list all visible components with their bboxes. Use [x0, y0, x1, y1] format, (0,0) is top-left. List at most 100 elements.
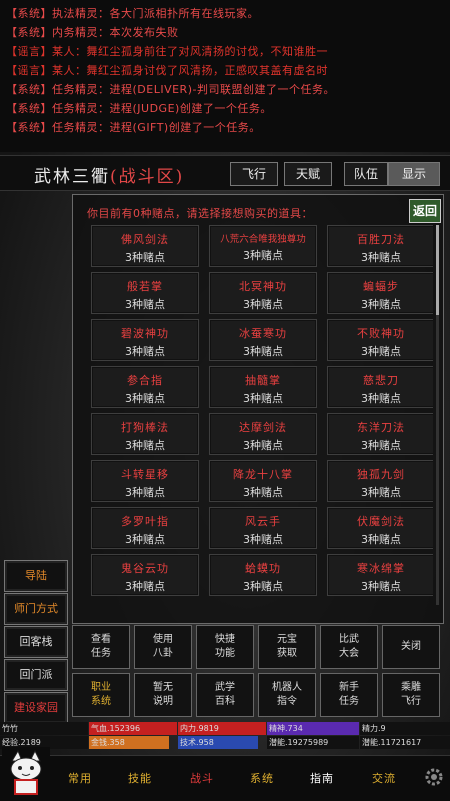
skill-name: 独孤九剑: [357, 468, 405, 481]
talent-button[interactable]: 天赋: [284, 162, 332, 186]
skill-grid: 佛风剑法 3种赌点 八荒六合唯我独尊功 3种赌点 百胜刀法 3种赌点 般若掌 3种赌点 北冥神功…: [91, 225, 433, 615]
skill-name: 不败神功: [357, 327, 405, 340]
skill-item[interactable]: 慈悲刀 3种赌点: [327, 366, 433, 408]
skill-item[interactable]: 鬼谷云功 3种赌点: [91, 554, 199, 596]
skill-item[interactable]: 不败神功 3种赌点: [327, 319, 433, 361]
function-button[interactable]: 机器人 指令: [258, 673, 316, 717]
skill-item[interactable]: 参合指 3种赌点: [91, 366, 199, 408]
skill-name: 八荒六合唯我独尊功: [220, 234, 306, 245]
skill-name: 佛风剑法: [121, 233, 169, 246]
scrollbar-thumb[interactable]: [436, 225, 439, 315]
skill-item[interactable]: 碧波神功 3种赌点: [91, 319, 199, 361]
skill-cost: 3种赌点: [361, 298, 401, 311]
skill-item[interactable]: 抽髓掌 3种赌点: [209, 366, 317, 408]
function-button[interactable]: 查看 任务: [72, 625, 130, 669]
skill-item[interactable]: 冰蚕寒功 3种赌点: [209, 319, 317, 361]
nav-item[interactable]: 系统: [250, 770, 274, 786]
function-button[interactable]: 快捷 功能: [196, 625, 254, 669]
nav-item[interactable]: 技能: [128, 770, 152, 786]
function-label-line2: 说明: [153, 696, 173, 707]
fly-button[interactable]: 飞行: [230, 162, 278, 186]
gear-icon[interactable]: [422, 765, 446, 789]
message-log: 【系统】执法精灵：各大门派相扑所有在线玩家。 【系统】内务精灵：本次发布失败 【谣言…: [0, 0, 450, 152]
log-line: 【系统】执法精灵：各大门派相扑所有在线玩家。: [6, 7, 259, 20]
skill-name: 冰蚕寒功: [239, 327, 287, 340]
skill-cost: 3种赌点: [361, 439, 401, 452]
skill-item[interactable]: 北冥神功 3种赌点: [209, 272, 317, 314]
stat-gold: 金钱.358: [89, 736, 169, 749]
skill-item[interactable]: 风云手 3种赌点: [209, 507, 317, 549]
sidebar-item-sect[interactable]: 回门派: [4, 659, 68, 691]
skill-item[interactable]: 达摩剑法 3种赌点: [209, 413, 317, 455]
function-label-line2: 指令: [277, 696, 297, 707]
skill-item[interactable]: 寒冰绵掌 3种赌点: [327, 554, 433, 596]
skill-name: 慈悲刀: [363, 374, 399, 387]
display-button[interactable]: 显示: [388, 162, 440, 186]
cat-avatar-icon[interactable]: [2, 747, 50, 799]
sidebar-item-guide[interactable]: 导陆: [4, 560, 68, 592]
skill-item[interactable]: 斗转星移 3种赌点: [91, 460, 199, 502]
skill-item[interactable]: 般若掌 3种赌点: [91, 272, 199, 314]
skill-cost: 3种赌点: [361, 251, 401, 264]
shop-notice: 你目前有0种赌点，请选择接想购买的道具：: [87, 207, 313, 220]
skill-name: 碧波神功: [121, 327, 169, 340]
skill-name: 抽髓掌: [245, 374, 281, 387]
skill-name: 达摩剑法: [239, 421, 287, 434]
skill-item[interactable]: 八荒六合唯我独尊功 3种赌点: [209, 225, 317, 267]
log-line: 【谣言】某人：舞红尘孤身讨伐了风清扬，正感叹其盖有虚名时: [6, 64, 328, 77]
function-label-line2: 大会: [339, 648, 359, 659]
skill-item[interactable]: 东洋刀法 3种赌点: [327, 413, 433, 455]
function-button[interactable]: 使用 八卦: [134, 625, 192, 669]
function-label-line1: 新手: [339, 682, 359, 693]
shop-panel: 你目前有0种赌点，请选择接想购买的道具： 返回 佛风剑法 3种赌点 八荒六合唯我独尊…: [72, 194, 444, 624]
sidebar-item-home[interactable]: 建设家园: [4, 692, 68, 724]
function-label-line1: 元宝: [277, 634, 297, 645]
function-button[interactable]: 关闭: [382, 625, 440, 669]
function-button[interactable]: 元宝 获取: [258, 625, 316, 669]
skill-cost: 3种赌点: [361, 533, 401, 546]
skill-item[interactable]: 多罗叶指 3种赌点: [91, 507, 199, 549]
function-label-line1: 机器人: [272, 682, 302, 693]
skill-name: 风云手: [245, 515, 281, 528]
scrollbar[interactable]: [436, 225, 439, 605]
skill-cost: 3种赌点: [125, 298, 165, 311]
skill-name: 参合指: [127, 374, 163, 387]
skill-cost: 3种赌点: [243, 580, 283, 593]
sidebar-item-sect-method[interactable]: 师门方式: [4, 593, 68, 625]
skill-item[interactable]: 打狗棒法 3种赌点: [91, 413, 199, 455]
function-button[interactable]: 武学 百科: [196, 673, 254, 717]
skill-name: 斗转星移: [121, 468, 169, 481]
function-button[interactable]: 职业 系统: [72, 673, 130, 717]
skill-item[interactable]: 蛤蟆功 3种赌点: [209, 554, 317, 596]
skill-item[interactable]: 降龙十八掌 3种赌点: [209, 460, 317, 502]
function-button[interactable]: 乘雕 飞行: [382, 673, 440, 717]
function-label-line2: 功能: [215, 648, 235, 659]
sidebar-item-inn[interactable]: 回客栈: [4, 626, 68, 658]
nav-item[interactable]: 指南: [310, 770, 334, 786]
skill-cost: 3种赌点: [125, 580, 165, 593]
skill-name: 降龙十八掌: [233, 468, 293, 481]
skill-item[interactable]: 佛风剑法 3种赌点: [91, 225, 199, 267]
log-line: 【系统】任务精灵：进程(GIFT)创建了一个任务。: [6, 121, 261, 134]
function-button[interactable]: 新手 任务: [320, 673, 378, 717]
function-button[interactable]: 暂无 说明: [134, 673, 192, 717]
function-label-line2: 任务: [339, 696, 359, 707]
nav-item[interactable]: 常用: [68, 770, 92, 786]
skill-item[interactable]: 百胜刀法 3种赌点: [327, 225, 433, 267]
title-bar: 武林三衢(战斗区) 飞行 天赋 队伍 显示: [0, 155, 450, 191]
team-button[interactable]: 队伍: [344, 162, 388, 186]
nav-item[interactable]: 战斗: [190, 770, 214, 786]
stat-qi: 气血.152396: [89, 722, 177, 735]
stat-jingshen: 精神.734: [267, 722, 359, 735]
return-button[interactable]: 返回: [409, 199, 441, 223]
nav-item[interactable]: 交流: [372, 770, 396, 786]
stat-jingli: 精力.9: [360, 722, 450, 735]
skill-item[interactable]: 独孤九剑 3种赌点: [327, 460, 433, 502]
skill-item[interactable]: 伏魔剑法 3种赌点: [327, 507, 433, 549]
function-button[interactable]: 比武 大会: [320, 625, 378, 669]
skill-name: 蝙蝠步: [363, 280, 399, 293]
function-label-line2: 八卦: [153, 648, 173, 659]
skill-item[interactable]: 蝙蝠步 3种赌点: [327, 272, 433, 314]
skill-cost: 3种赌点: [125, 392, 165, 405]
skill-cost: 3种赌点: [243, 486, 283, 499]
